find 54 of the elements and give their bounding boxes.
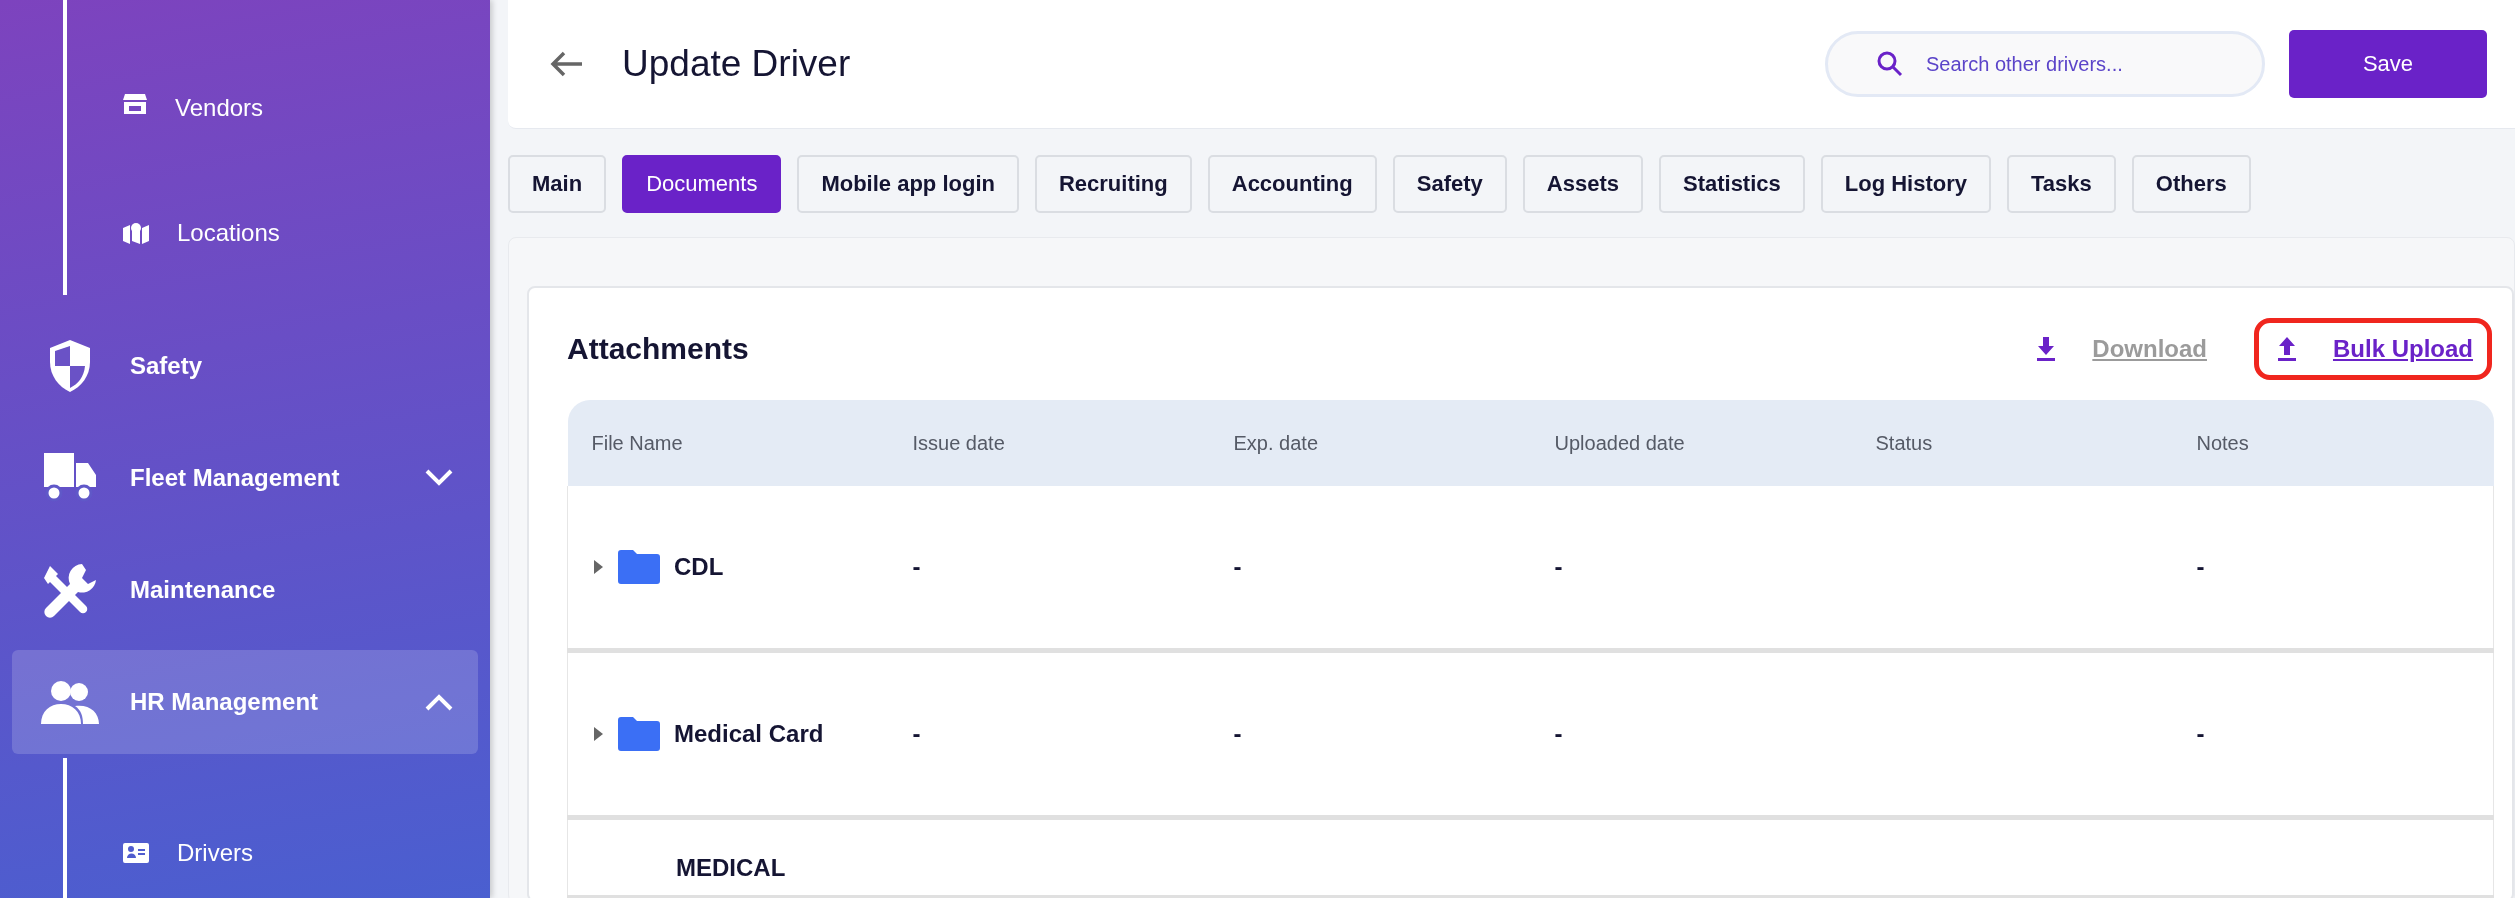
table-cell: - (2196, 720, 2205, 747)
folder-icon (618, 550, 660, 584)
column-header: Notes (2172, 400, 2494, 486)
sidebar-subitem[interactable]: Vendors (63, 0, 490, 170)
tab[interactable]: Accounting (1207, 155, 1377, 213)
table-cell: - (1554, 553, 1563, 580)
tab[interactable]: Others (2131, 155, 2251, 213)
table-cell: - (912, 720, 921, 747)
column-header: Uploaded date (1530, 400, 1852, 486)
upload-link[interactable]: Bulk Upload (2333, 335, 2473, 363)
tab[interactable]: Documents (622, 155, 782, 213)
caret-right-icon[interactable] (592, 558, 604, 576)
folder-name[interactable]: CDL (674, 553, 724, 581)
tab[interactable]: Tasks (2007, 155, 2116, 213)
tab[interactable]: Safety (1392, 155, 1507, 213)
sidebar-subitem[interactable]: Drivers (63, 758, 490, 898)
folder-name[interactable]: Medical Card (674, 720, 824, 748)
save-button[interactable]: Save (2289, 30, 2487, 98)
map-icon (123, 221, 149, 244)
column-header: Exp. date (1209, 400, 1531, 486)
tab[interactable]: Main (508, 155, 607, 213)
table-cell: - (1233, 720, 1242, 747)
sidebar-item[interactable]: Fleet Management (12, 422, 478, 534)
tab[interactable]: Statistics (1658, 155, 1805, 213)
table-cell: - (912, 553, 921, 580)
page-title: Update Driver (622, 43, 852, 85)
table-cell: - (1233, 553, 1242, 580)
search-field[interactable]: Search other drivers... (1825, 31, 2265, 97)
section-title: Attachments (567, 332, 750, 366)
table-cell: - (2196, 553, 2205, 580)
id-card-icon (123, 843, 149, 863)
people-icon (41, 680, 99, 724)
folder-name[interactable]: MEDICAL (676, 854, 786, 882)
caret-right-icon[interactable] (592, 725, 604, 743)
tab[interactable]: Log History (1820, 155, 1991, 213)
tools-icon (42, 562, 98, 618)
download-icon (2036, 337, 2057, 361)
sidebar-item[interactable]: Safety (12, 310, 478, 422)
shield-icon (47, 338, 93, 394)
tab[interactable]: Assets (1522, 155, 1643, 213)
column-header: File Name (567, 400, 889, 486)
column-header: Status (1851, 400, 2173, 486)
sidebar-item[interactable]: Maintenance (12, 534, 478, 646)
table-cell: - (1554, 720, 1563, 747)
tab[interactable]: Mobile app login (797, 155, 1019, 213)
column-header: Issue date (888, 400, 1210, 486)
back-arrow-icon[interactable] (550, 50, 584, 78)
storefront-icon (123, 94, 147, 114)
sidebar-subitem[interactable]: Locations (63, 170, 490, 295)
sidebar-item[interactable]: HR Management (12, 650, 478, 754)
tab[interactable]: Recruiting (1034, 155, 1192, 213)
upload-icon (2277, 337, 2297, 361)
truck-icon (42, 453, 98, 503)
folder-icon (618, 717, 660, 751)
